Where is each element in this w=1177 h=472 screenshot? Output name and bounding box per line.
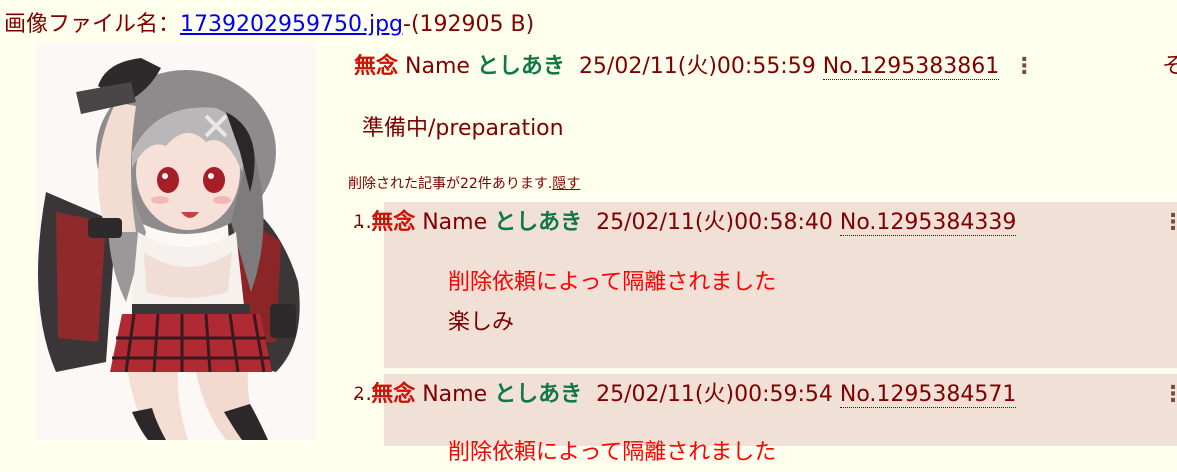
post-datetime: 25/02/11(火)00:55:59 xyxy=(578,54,816,79)
reply-poster-name: としあき xyxy=(494,210,583,235)
deleted-posts-note: 削除された記事が22件あります.隠す xyxy=(348,174,580,194)
reply-index: 2 xyxy=(354,383,365,402)
file-info: 画像ファイル名：1739202959750.jpg-(192905 B) xyxy=(4,10,534,40)
reply-number-link[interactable]: No.1295384339 xyxy=(839,210,1017,236)
reply-post: … 1 無念 Name としあき 25/02/11(火)00:58:40 No.… xyxy=(352,202,1177,368)
file-link[interactable]: 1739202959750.jpg xyxy=(180,12,403,37)
reply-number-link[interactable]: No.1295384571 xyxy=(839,382,1017,408)
vertical-dots-icon[interactable]: ⋮ xyxy=(1013,54,1035,79)
hide-deleted-link[interactable]: 隠す xyxy=(552,176,580,192)
cut-off-text: そ xyxy=(1162,54,1177,79)
thread-image-thumbnail[interactable] xyxy=(36,42,316,440)
post-poster-name: としあき xyxy=(476,54,565,79)
post-name-label: Name xyxy=(405,54,470,79)
reply-name-label: Name xyxy=(422,210,488,235)
reply-box: 1 無念 Name としあき 25/02/11(火)00:58:40 No.12… xyxy=(354,202,1177,368)
reply-post: … 2 無念 Name としあき 25/02/11(火)00:59:54 No.… xyxy=(352,374,1177,465)
file-size: -(192905 B) xyxy=(403,12,535,37)
post-subject: 無念 xyxy=(354,54,399,79)
post-number-link[interactable]: No.1295383861 xyxy=(822,54,1000,80)
reply-datetime: 25/02/11(火)00:59:54 xyxy=(596,382,833,407)
reply-header: 1 無念 Name としあき 25/02/11(火)00:58:40 No.12… xyxy=(354,206,1017,238)
deleted-posts-text: 削除された記事が22件あります. xyxy=(348,176,553,192)
reply-name-label: Name xyxy=(422,382,488,407)
thread-body: 準備中/preparation xyxy=(362,116,564,141)
reply-datetime: 25/02/11(火)00:58:40 xyxy=(596,210,833,235)
reply-box: 2 無念 Name としあき 25/02/11(火)00:59:54 No.12… xyxy=(354,374,1177,465)
vertical-dots-icon[interactable]: ⋮ xyxy=(1162,210,1177,235)
removed-notice: 削除依頼によって隔離されました xyxy=(448,270,777,295)
vertical-dots-icon[interactable]: ⋮ xyxy=(1162,382,1177,407)
reply-header: 2 無念 Name としあき 25/02/11(火)00:59:54 No.12… xyxy=(354,378,1017,410)
file-label: 画像ファイル名： xyxy=(4,12,181,37)
reply-poster-name: としあき xyxy=(494,382,583,407)
removed-notice: 削除依頼によって隔離されました xyxy=(448,440,777,465)
thread-header: 無念 Name としあき 25/02/11(火)00:55:59 No.1295… xyxy=(354,52,1035,82)
anime-girl-illustration xyxy=(38,58,300,440)
reply-subject: 無念 xyxy=(371,382,416,407)
reply-subject: 無念 xyxy=(371,210,416,235)
reply-index: 1 xyxy=(354,211,365,230)
reply-body: 楽しみ xyxy=(448,310,515,335)
